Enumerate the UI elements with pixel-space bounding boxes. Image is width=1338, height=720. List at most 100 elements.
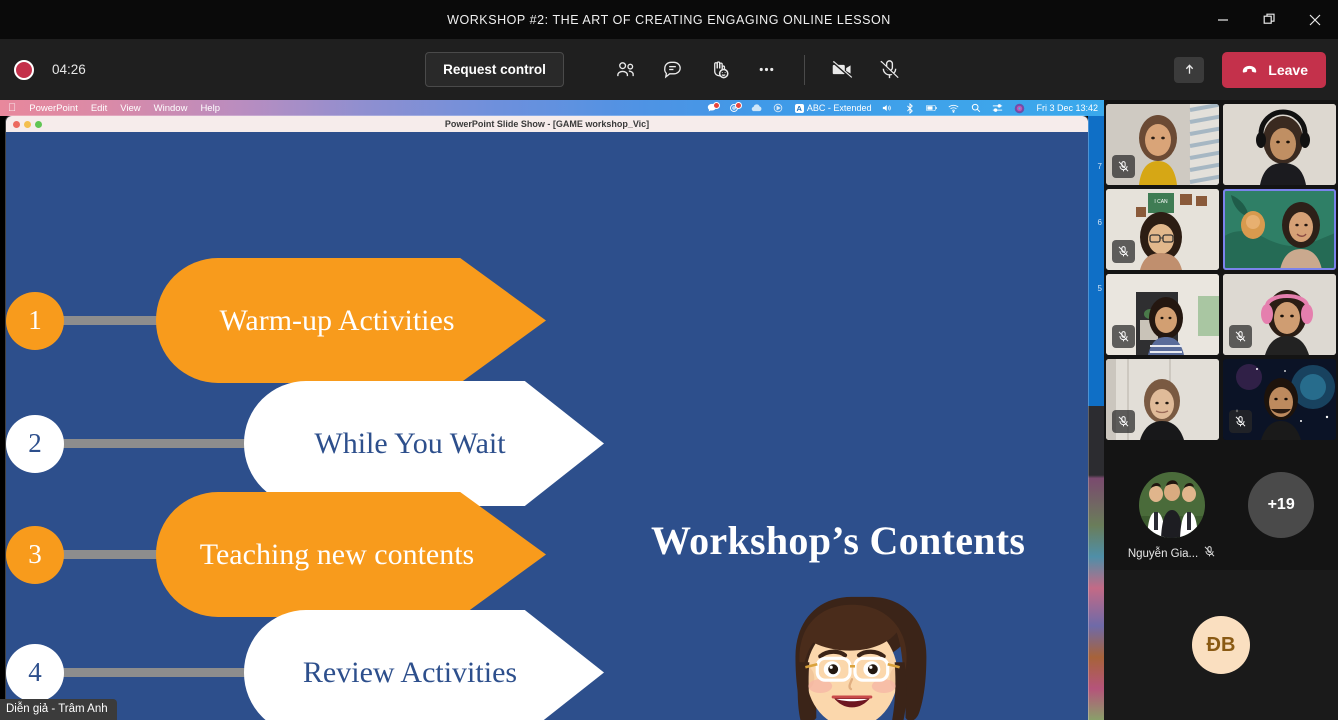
mic-off-icon[interactable] [866, 48, 913, 92]
background-desktop-sliver: 765 [1088, 116, 1104, 720]
video-tile-grid: I CAN [1104, 100, 1338, 448]
mic-off-icon [1112, 155, 1135, 178]
people-icon[interactable] [602, 48, 649, 92]
mic-off-icon [1229, 325, 1252, 348]
meeting-title: WORKSHOP #2: THE ART OF CREATING ENGAGIN… [447, 12, 891, 27]
apple-logo-icon:  [8, 102, 16, 114]
video-tile-row: I CAN [1106, 189, 1336, 270]
messages-status-icon[interactable] [707, 101, 720, 114]
toolbar-center-group: Request control [425, 48, 913, 92]
presentation-slide[interactable]: 1 Warm-up Activities 2 While You Wait 3 … [6, 132, 1088, 720]
mic-off-icon [1112, 240, 1135, 263]
participant-avatar-row: Nguyễn Gia... +19 [1104, 450, 1338, 560]
window-title-bar: WORKSHOP #2: THE ART OF CREATING ENGAGIN… [0, 0, 1338, 39]
slide-content: 1 Warm-up Activities 2 While You Wait 3 … [6, 132, 1066, 720]
restore-window-icon[interactable] [1246, 0, 1292, 39]
mac-menu-item-view[interactable]: View [120, 103, 140, 114]
agenda-chevron-4: Review Activities [244, 610, 604, 720]
mac-menu-bar:  PowerPoint Edit View Window Help [0, 100, 1104, 116]
agenda-chevron-3: Teaching new contents [156, 492, 546, 617]
agenda-label-4: Review Activities [302, 655, 518, 689]
participant-tile-7[interactable] [1106, 359, 1219, 440]
participant-tile-2[interactable] [1223, 104, 1336, 185]
agenda-chevron-1: Warm-up Activities [156, 258, 546, 383]
toolbar-icon-group [602, 48, 913, 92]
agenda-row-1: 1 Warm-up Activities [6, 258, 546, 383]
teams-meeting-window: WORKSHOP #2: THE ART OF CREATING ENGAGIN… [0, 0, 1338, 720]
slide-heading: Workshop’s Contents [651, 518, 1026, 563]
camera-off-icon[interactable] [819, 48, 866, 92]
agenda-label-2: While You Wait [314, 426, 506, 460]
input-source-indicator[interactable]: A ABC - Extended [794, 103, 871, 113]
mac-clock[interactable]: Fri 3 Dec 13:42 [1036, 103, 1098, 113]
powerpoint-window-title: PowerPoint Slide Show - [GAME workshop_V… [444, 119, 650, 129]
mic-off-icon [1229, 410, 1252, 433]
agenda-number-4: 4 [6, 643, 64, 702]
more-options-icon[interactable] [743, 48, 790, 92]
recording-dot-icon [14, 59, 34, 80]
chat-icon[interactable] [649, 48, 696, 92]
svg-text:I CAN: I CAN [1154, 199, 1168, 205]
pinned-participant-zone[interactable]: ĐB [1104, 570, 1338, 720]
participant-tile-6[interactable] [1223, 274, 1336, 355]
mac-menu-item-edit[interactable]: Edit [91, 103, 107, 114]
request-control-button[interactable]: Request control [425, 52, 564, 87]
powerpoint-title-bar: PowerPoint Slide Show - [GAME workshop_V… [6, 116, 1088, 132]
mic-off-icon [1112, 410, 1135, 433]
spotlight-search-icon[interactable] [970, 103, 981, 114]
agenda-label-3: Teaching new contents [199, 537, 475, 571]
media-status-icon[interactable] [773, 103, 784, 114]
battery-icon[interactable] [926, 103, 938, 114]
control-center-icon[interactable] [992, 103, 1003, 114]
siri-icon[interactable] [1014, 103, 1025, 114]
share-screen-icon[interactable] [1174, 56, 1205, 83]
mac-menu-item-window[interactable]: Window [154, 103, 188, 114]
background-window-edge: 765 [1088, 116, 1104, 406]
recording-indicator-group: 04:26 [14, 59, 86, 80]
mac-status-items: A ABC - Extended Fri 3 Dec 13:42 [707, 101, 1098, 114]
bitmoji-presenter-illustration [795, 596, 927, 720]
toolbar-divider [803, 54, 805, 85]
agenda-number-2: 2 [6, 414, 64, 473]
leave-button[interactable]: Leave [1222, 51, 1326, 88]
agenda-number-3: 3 [6, 525, 64, 584]
powerpoint-window[interactable]: PowerPoint Slide Show - [GAME workshop_V… [6, 116, 1088, 720]
minimize-icon[interactable] [1200, 0, 1246, 39]
bluetooth-icon[interactable] [904, 102, 915, 114]
participant-tile-5[interactable] [1106, 274, 1219, 355]
participant-video-4 [1223, 189, 1336, 270]
hangup-icon [1243, 65, 1257, 73]
participant-tile-4[interactable] [1223, 189, 1336, 270]
volume-icon[interactable] [882, 103, 893, 114]
agenda-number-1: 1 [6, 291, 64, 350]
video-tile-row [1106, 359, 1336, 440]
background-thumbnail-strip [1088, 406, 1104, 720]
participant-avatar-named[interactable]: Nguyễn Gia... [1128, 472, 1216, 563]
close-icon[interactable] [1292, 0, 1338, 39]
agenda-row-2: 2 While You Wait [6, 381, 604, 506]
shared-screen-stage[interactable]:  PowerPoint Edit View Window Help [0, 100, 1104, 720]
participant-overflow[interactable]: +19 [1248, 472, 1315, 538]
avatar-name-row: Nguyễn Gia... [1128, 545, 1216, 563]
participant-tile-3[interactable]: I CAN [1106, 189, 1219, 270]
participants-rail: I CAN Nguyễn Gia... +19 ĐB [1104, 100, 1338, 720]
video-tile-row [1106, 104, 1336, 185]
active-speaker-label: Diễn giả - Trâm Anh [0, 699, 117, 720]
cloud-status-icon[interactable] [751, 103, 762, 114]
mic-off-icon [1112, 325, 1135, 348]
raise-hand-reactions-icon[interactable] [696, 48, 743, 92]
mac-menu-item-help[interactable]: Help [200, 103, 220, 114]
participant-tile-8[interactable] [1223, 359, 1336, 440]
mac-menu-items:  PowerPoint Edit View Window Help [8, 102, 220, 114]
meeting-timer: 04:26 [52, 62, 86, 77]
avatar-initials: ĐB [1192, 616, 1250, 674]
app-update-status-icon[interactable] [729, 101, 742, 114]
agenda-chevron-2: While You Wait [244, 381, 604, 506]
wifi-icon[interactable] [948, 103, 959, 114]
overflow-count-badge: +19 [1248, 472, 1315, 538]
leave-button-label: Leave [1268, 61, 1308, 78]
mic-off-icon [1203, 545, 1216, 563]
participant-tile-1[interactable] [1106, 104, 1219, 185]
meeting-toolbar: 04:26 Request control Leave [0, 39, 1338, 100]
mac-menu-item-powerpoint[interactable]: PowerPoint [29, 103, 78, 114]
